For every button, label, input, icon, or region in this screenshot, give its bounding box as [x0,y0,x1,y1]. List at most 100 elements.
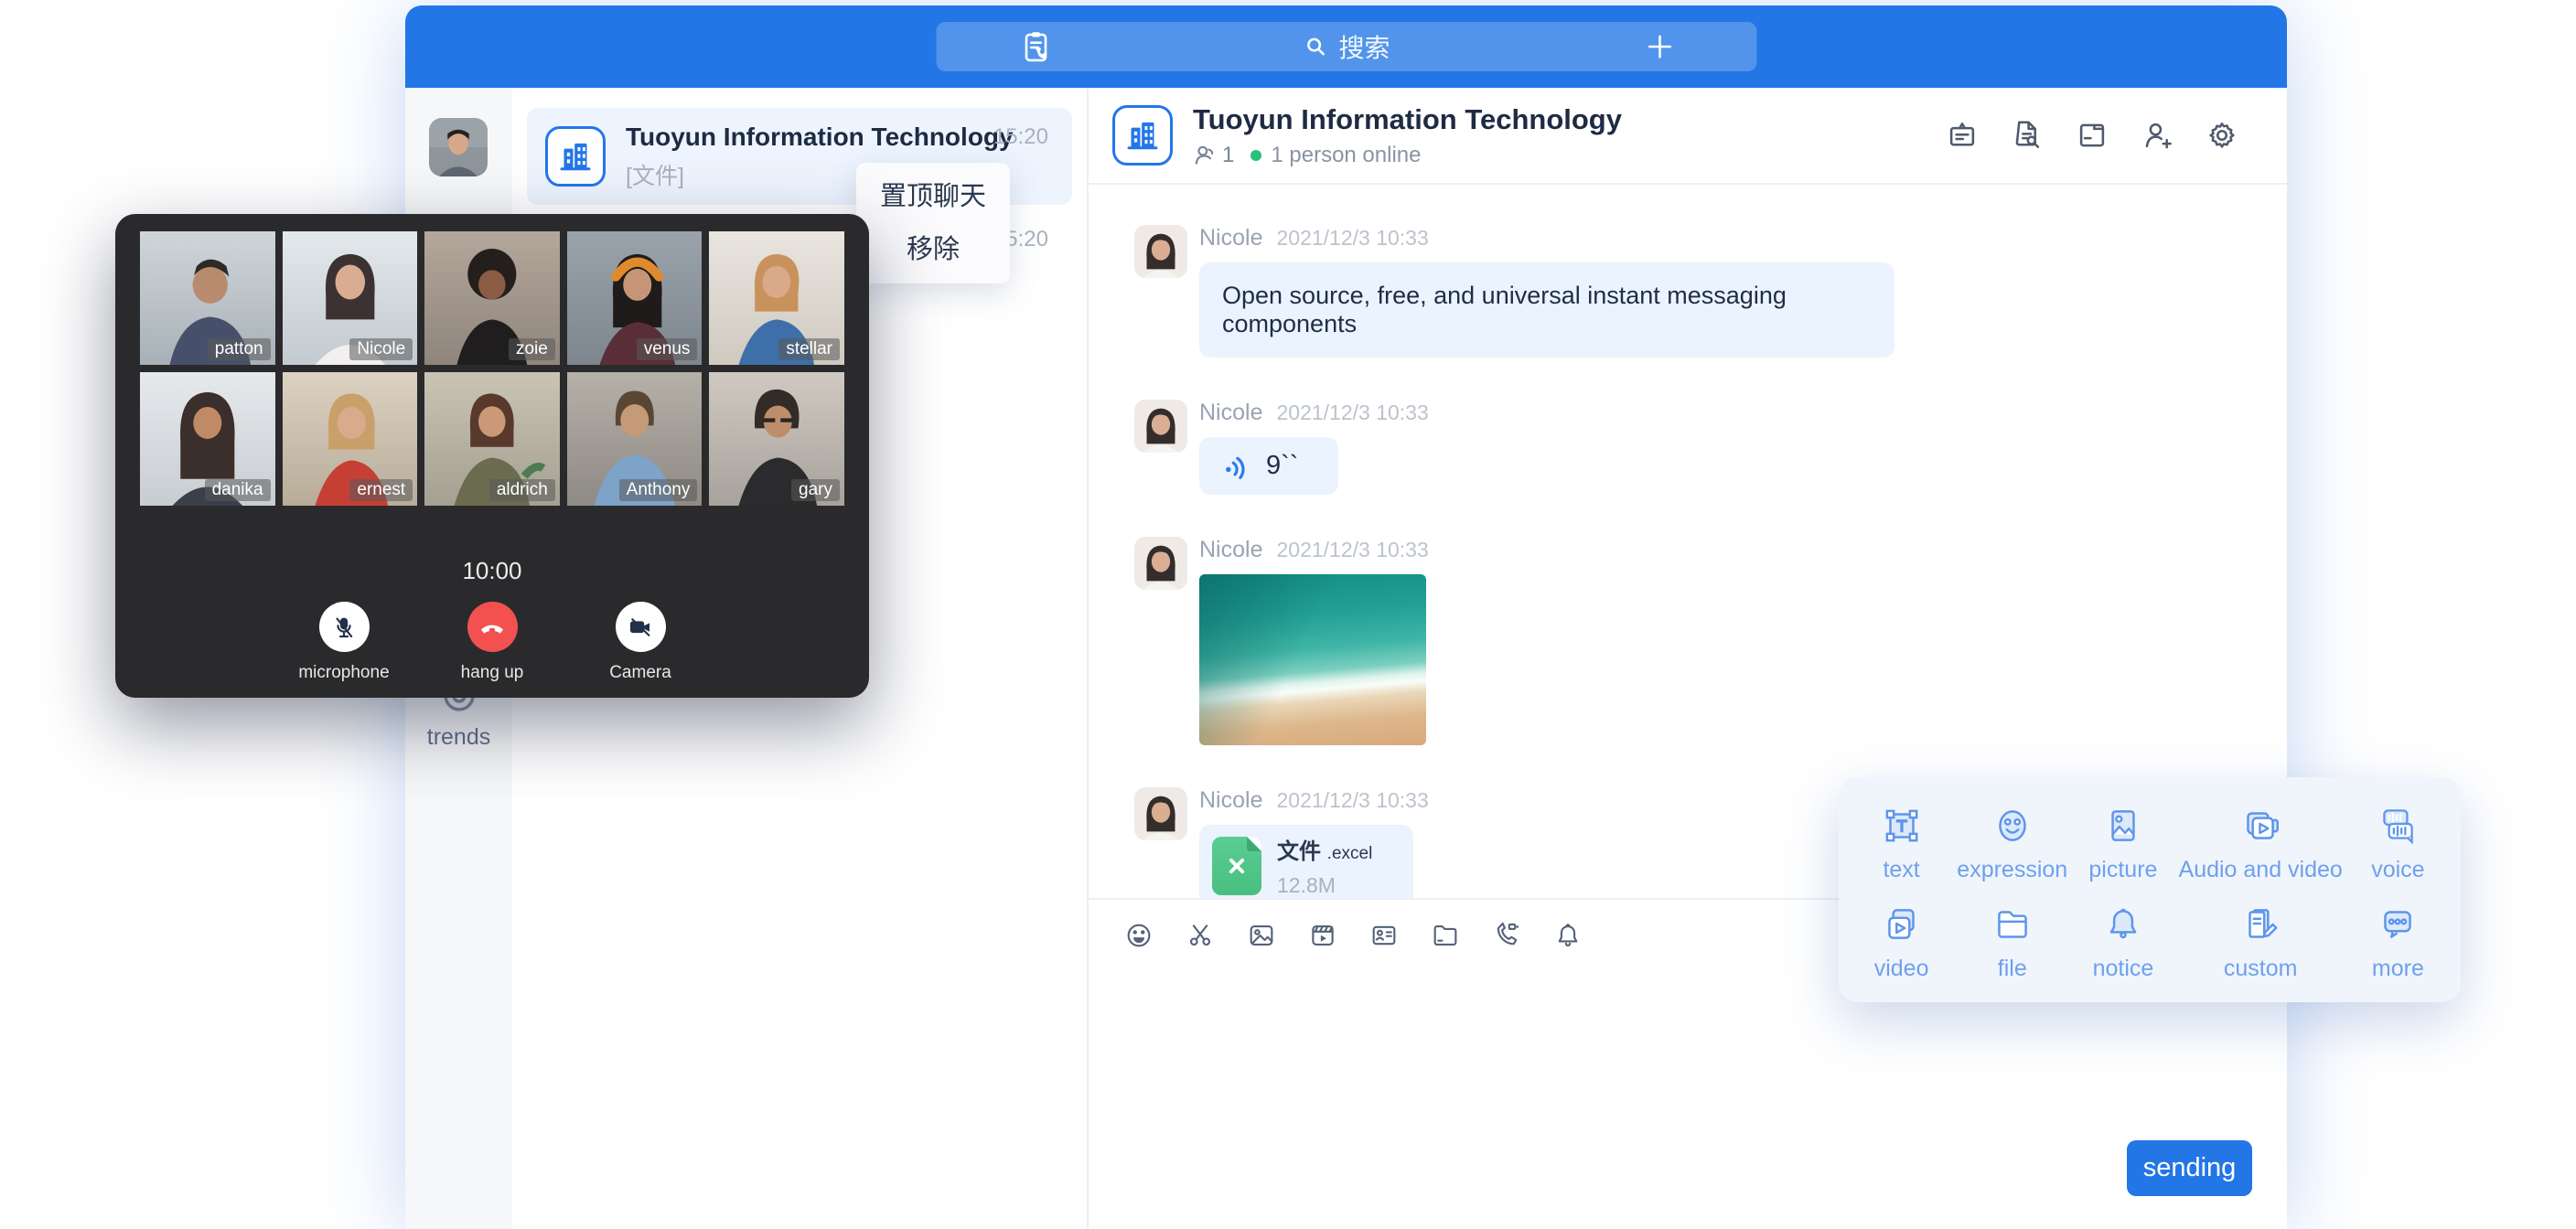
notification-button[interactable] [1552,920,1583,951]
chat-header-actions [1945,118,2239,153]
expression-icon [1990,803,2035,849]
video-message-button[interactable] [1307,920,1338,951]
voice-bubble[interactable]: 9`` [1199,437,1338,495]
message-text: Nicole 2021/12/3 10:33 Open source, free… [1134,225,2287,358]
sender-name: Nicole [1199,787,1262,814]
emoji-button[interactable] [1123,920,1154,951]
file-name: 文件 [1277,839,1321,864]
search-input[interactable]: 搜索 [1302,22,1390,71]
participant-name: Anthony [619,479,698,501]
panel-item-voice[interactable]: voice [2343,794,2453,892]
more-icon [2375,902,2420,947]
menu-item-remove[interactable]: 移除 [856,223,1010,276]
member-count: 1 [1222,143,1234,168]
settings-button[interactable] [2205,118,2239,153]
voice-wave-icon [1219,448,1254,483]
panel-item-label: more [2372,956,2424,982]
call-records-button[interactable] [1016,22,1055,71]
menu-item-pin-chat[interactable]: 置顶聊天 [856,170,1010,223]
video-icon [1879,902,1925,947]
panel-item-video[interactable]: video [1846,892,1957,991]
panel-item-label: file [1998,956,2027,982]
add-member-button[interactable] [2140,118,2174,153]
picture-icon [1246,920,1277,951]
avatar[interactable] [1134,225,1187,278]
online-status: 1 person online [1271,143,1421,168]
hang-up-label: hang up [461,663,524,683]
microphone-label: microphone [298,663,389,683]
message-voice: Nicole 2021/12/3 10:33 9`` [1134,400,2287,495]
avatar[interactable] [1134,400,1187,453]
screenshot-button[interactable] [1185,920,1216,951]
participant-tile: patton [140,231,275,365]
participant-tile: ernest [283,372,418,506]
message-timestamp: 2021/12/3 10:33 [1276,401,1428,425]
emoji-icon [1123,920,1154,951]
participant-tile: Nicole [283,231,418,365]
add-member-icon [2140,118,2174,153]
participant-name: gary [791,479,840,501]
message-input[interactable] [1089,973,2287,1229]
panel-item-notice[interactable]: notice [2067,892,2178,991]
image-attachment[interactable] [1199,574,1426,745]
hang-up-button[interactable] [467,602,518,652]
add-button[interactable] [1643,22,1676,71]
panel-item-label: picture [2088,857,2157,883]
user-avatar[interactable] [429,118,488,176]
message-type-panel: text expression picture [1839,777,2461,1002]
text-bubble: Open source, free, and universal instant… [1199,262,1894,358]
custom-icon [2238,902,2283,947]
avatar[interactable] [1134,787,1187,840]
panel-item-file[interactable]: file [1957,892,2067,991]
panel-item-label: voice [2371,857,2424,883]
send-button[interactable]: sending [2127,1140,2252,1196]
sender-name: Nicole [1199,537,1262,563]
user-avatar-image [429,118,488,176]
message-timestamp: 2021/12/3 10:33 [1276,538,1428,562]
participant-tile: Anthony [567,372,703,506]
notification-bell-icon [1552,920,1583,951]
file-library-button[interactable] [2075,118,2109,153]
camera-muted-icon [627,614,654,641]
panel-item-custom[interactable]: custom [2179,892,2343,991]
panel-item-picture[interactable]: picture [2067,794,2178,892]
panel-item-label: text [1883,857,1919,883]
panel-item-label: notice [2093,956,2154,982]
context-menu: 置顶聊天 移除 [856,163,1010,283]
file-bubble[interactable]: 文件 .excel 12.8M [1199,825,1413,898]
contact-card-button[interactable] [1368,920,1400,951]
panel-item-audio-video[interactable]: Audio and video [2179,794,2343,892]
chat-title: Tuoyun Information Technology [1193,103,1622,136]
message-image: Nicole 2021/12/3 10:33 [1134,537,2287,745]
chat-history-search-button[interactable] [2010,118,2045,153]
avatar[interactable] [1134,537,1187,590]
camera-label: Camera [609,663,671,683]
video-icon [1307,920,1338,951]
panel-item-text[interactable]: text [1846,794,1957,892]
panel-item-more[interactable]: more [2343,892,2453,991]
chat-header: Tuoyun Information Technology 1 1 person… [1089,88,2287,185]
participant-name: stellar [778,338,840,360]
excel-file-icon [1212,837,1261,895]
page: 搜索 [0,0,2576,1229]
announcement-icon [1945,118,1980,153]
panel-item-label: video [1874,956,1929,982]
chat-history-search-icon [2010,118,2045,153]
participant-name: danika [205,479,271,501]
contact-card-icon [1368,920,1400,951]
message-timestamp: 2021/12/3 10:33 [1276,226,1428,251]
video-call-button[interactable] [1491,920,1522,951]
participant-name: Nicole [349,338,413,360]
microphone-button[interactable] [319,602,370,652]
announcement-button[interactable] [1945,118,1980,153]
online-dot [1250,150,1261,161]
call-records-icon [1016,27,1055,66]
screenshot-scissors-icon [1185,920,1216,951]
voice-icon [2375,803,2420,849]
voice-duration: 9`` [1266,451,1298,481]
file-button[interactable] [1430,920,1461,951]
picture-button[interactable] [1246,920,1277,951]
panel-item-expression[interactable]: expression [1957,794,2067,892]
chat-panel: Tuoyun Information Technology 1 1 person… [1089,88,2287,1229]
camera-button[interactable] [616,602,666,652]
